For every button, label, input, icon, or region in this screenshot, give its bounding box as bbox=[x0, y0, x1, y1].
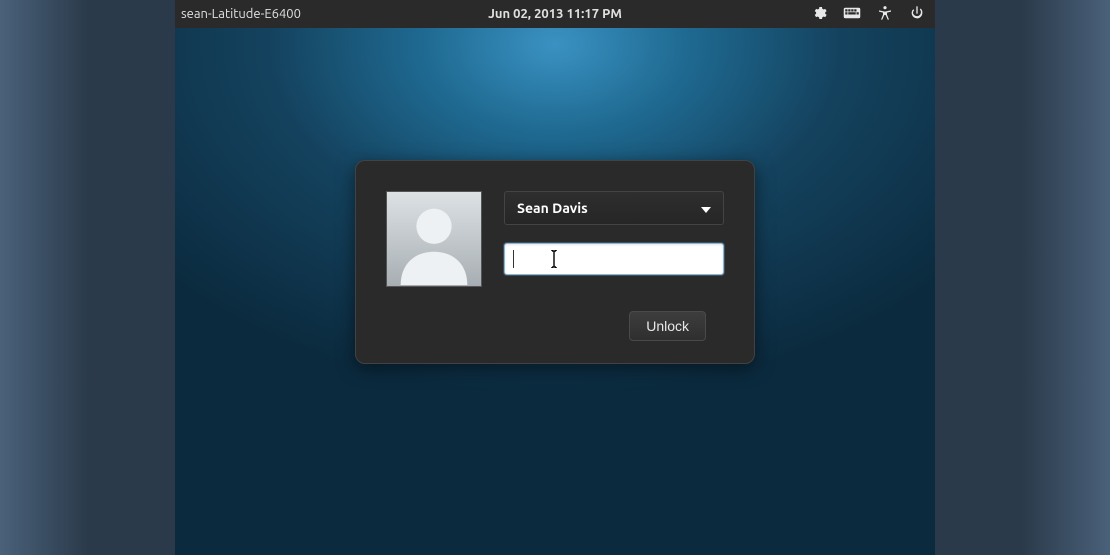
text-caret bbox=[513, 250, 514, 268]
lock-screen: sean-Latitude-E6400 Jun 02, 2013 11:17 P… bbox=[175, 0, 935, 555]
indicator-area bbox=[811, 5, 925, 24]
datetime-label[interactable]: Jun 02, 2013 11:17 PM bbox=[488, 7, 622, 21]
keyboard-icon[interactable] bbox=[843, 6, 861, 23]
power-icon[interactable] bbox=[909, 5, 925, 24]
user-select-dropdown[interactable]: Sean Davis bbox=[504, 191, 724, 225]
top-bar: sean-Latitude-E6400 Jun 02, 2013 11:17 P… bbox=[175, 0, 935, 28]
unlock-button[interactable]: Unlock bbox=[629, 311, 706, 341]
username-label: Sean Davis bbox=[517, 200, 588, 216]
login-dialog: Sean Davis Unlock bbox=[355, 160, 755, 364]
hostname-label: sean-Latitude-E6400 bbox=[181, 7, 301, 21]
password-input[interactable] bbox=[515, 244, 713, 274]
user-avatar bbox=[386, 191, 482, 287]
accessibility-icon[interactable] bbox=[877, 5, 893, 24]
login-area: Sean Davis Unlock bbox=[175, 28, 935, 555]
password-field-wrap[interactable] bbox=[504, 243, 724, 275]
chevron-down-icon bbox=[701, 200, 711, 216]
gear-icon[interactable] bbox=[811, 5, 827, 24]
